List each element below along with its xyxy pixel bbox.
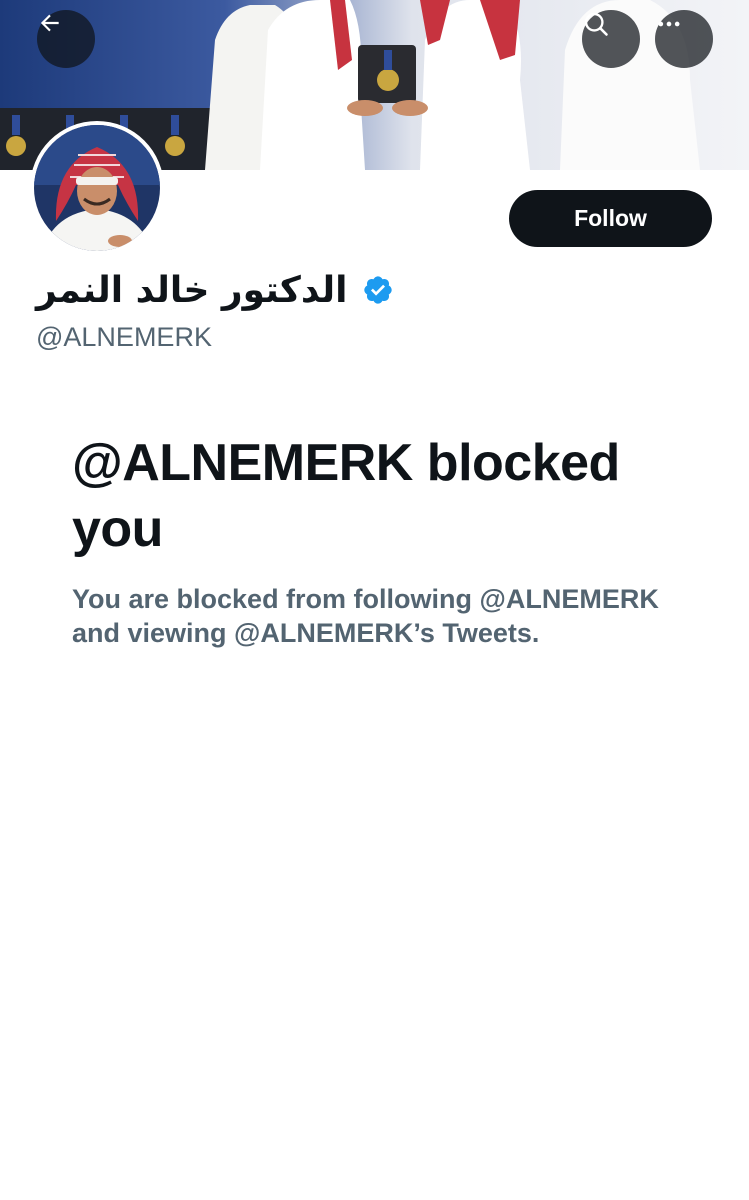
more-horizontal-icon [658, 21, 680, 27]
follow-button[interactable]: Follow [509, 190, 712, 247]
profile-handle: @ALNEMERK [36, 322, 212, 352]
back-button[interactable] [37, 10, 95, 68]
blocked-message: You are blocked from following @ALNEMERK… [72, 584, 659, 648]
display-name: الدكتور خالد النمر [36, 269, 348, 311]
verified-badge-icon [363, 276, 392, 304]
blocked-title: @ALNEMERK blocked you [72, 434, 620, 558]
avatar-photo [34, 125, 160, 251]
search-button[interactable] [582, 10, 640, 68]
arrow-left-icon [40, 14, 59, 32]
more-options-button[interactable] [655, 10, 713, 68]
search-icon [584, 12, 608, 36]
profile-name-row: الدكتور خالد النمر [36, 262, 394, 318]
profile-avatar[interactable] [30, 121, 164, 255]
